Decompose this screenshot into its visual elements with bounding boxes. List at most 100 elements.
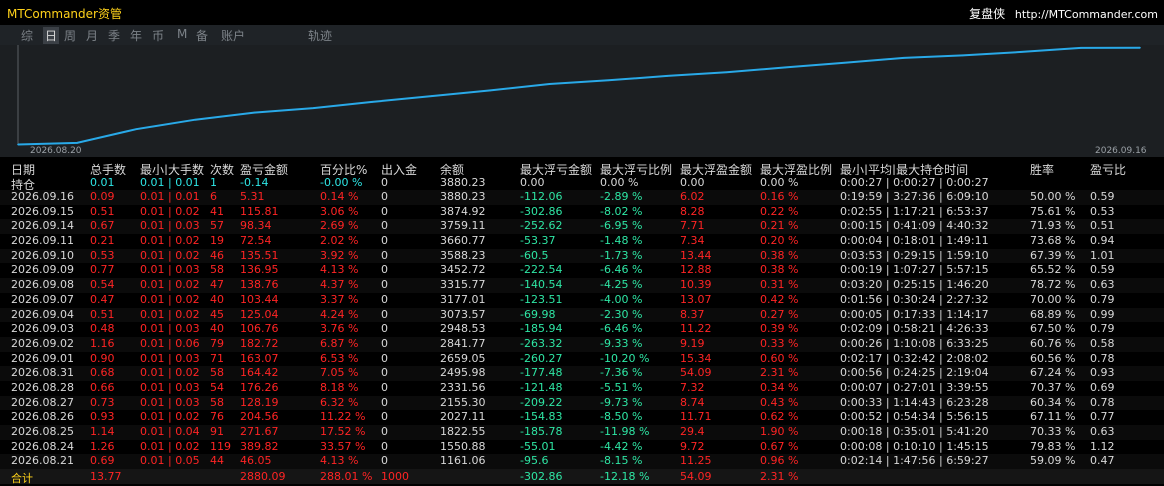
balance-point-11: [666, 75, 669, 77]
balance-point-8: [489, 89, 492, 92]
cell-max-float-loss: -302.86: [520, 204, 563, 218]
table-row[interactable]: 2026.08.28 0.66 0.01 | 0.03 54 176.26 8.18 % 0…: [0, 381, 1164, 396]
title-bar: MTCommander资管 复盘侠 http://MTCommander.com: [0, 0, 1164, 24]
cell-max-float-loss-pct: -2.30 %: [600, 307, 643, 321]
brand-url[interactable]: http://MTCommander.com: [1015, 8, 1158, 21]
cell-minmax: 0.01 | 0.05: [140, 454, 200, 468]
table-row[interactable]: 2026.09.03 0.48 0.01 | 0.03 40 106.76 3.76 % 0…: [0, 322, 1164, 337]
tab-note[interactable]: 备: [196, 27, 208, 44]
cell-percent: 2.69 %: [320, 219, 359, 233]
cell-pnl: 98.34: [240, 219, 272, 233]
summary-pnl: 2880.09: [240, 470, 286, 483]
cell-win-rate: 70.00 %: [1030, 292, 1076, 306]
tab-year[interactable]: 年: [130, 27, 142, 44]
tab-currency[interactable]: 币: [152, 27, 164, 44]
table-row[interactable]: 2026.09.01 0.90 0.01 | 0.03 71 163.07 6.53 % 0…: [0, 352, 1164, 367]
cell-pl-ratio: 0.63: [1090, 278, 1115, 292]
cell-percent: 11.22 %: [320, 410, 366, 424]
table-row[interactable]: 2026.09.09 0.77 0.01 | 0.03 58 136.95 4.13 % 0…: [0, 263, 1164, 278]
cell-hold-time: 0:19:59 | 3:27:36 | 6:09:10: [840, 190, 989, 203]
cell-max-float-profit: 8.37: [680, 307, 705, 321]
tab-overview[interactable]: 综: [21, 27, 33, 44]
cell-win-rate: 59.09 %: [1030, 454, 1076, 468]
cell-date: 2026.09.02: [11, 336, 74, 350]
table-row[interactable]: 2026.09.11 0.21 0.01 | 0.02 19 72.54 2.02 % 0 3…: [0, 234, 1164, 249]
cell-win-rate: 78.72 %: [1030, 278, 1076, 292]
period-tabs: 综日周月季年币 M 备账户 轨迹: [0, 25, 1164, 45]
table-row[interactable]: 2026.08.31 0.68 0.01 | 0.02 58 164.42 7.05 % 0…: [0, 366, 1164, 381]
cell-max-float-profit: 11.25: [680, 454, 712, 468]
cell-pnl: 115.81: [240, 204, 279, 218]
cell-hold-time: 0:00:08 | 0:10:10 | 1:45:15: [840, 439, 989, 453]
table-row[interactable]: 2026.09.07 0.47 0.01 | 0.02 40 103.44 3.37 % 0…: [0, 293, 1164, 308]
cell-hold-time: 0:00:07 | 0:27:01 | 3:39:55: [840, 380, 989, 394]
cell-balance: 2027.11: [440, 410, 486, 424]
cell-minmax: 0.01 | 0.02: [140, 307, 200, 321]
table-row[interactable]: 2026.09.10 0.53 0.01 | 0.02 46 135.51 3.92 % 0…: [0, 248, 1164, 264]
daily-table-body: 2026.09.16 0.09 0.01 | 0.01 6 5.31 0.14 % 0 388…: [0, 190, 1164, 484]
cell-count: 71: [210, 351, 224, 365]
table-row[interactable]: 2026.08.24 1.26 0.01 | 0.02 119 389.82 33.57 …: [0, 440, 1164, 455]
cell-win-rate: 67.50 %: [1030, 322, 1076, 336]
cell-max-float-profit: 9.72: [680, 439, 705, 453]
tab-track[interactable]: 轨迹: [308, 27, 332, 44]
tab-m[interactable]: M: [177, 27, 187, 41]
cell-max-float-profit: 15.34: [680, 351, 712, 365]
cell-date: 2026.09.14: [11, 219, 74, 233]
cell-max-float-loss-pct: -8.15 %: [600, 454, 643, 468]
table-row[interactable]: 2026.09.14 0.67 0.01 | 0.03 57 98.34 2.69 % 0 3…: [0, 219, 1164, 235]
table-row[interactable]: 2026.08.26 0.93 0.01 | 0.02 76 204.56 11.22 %…: [0, 410, 1164, 425]
cell-max-float-profit-pct: 0.67 %: [760, 439, 799, 453]
balance-point-13: [784, 66, 787, 69]
tab-week[interactable]: 周: [64, 27, 76, 44]
cell-max-float-profit: 11.22: [680, 322, 712, 336]
tab-month[interactable]: 月: [86, 27, 98, 44]
balance-point-4: [253, 111, 255, 114]
cell-max-float-loss-pct: -5.51 %: [600, 380, 643, 394]
cell-pl-ratio: 0.77: [1090, 410, 1115, 424]
cell-date: 2026.09.15: [11, 204, 74, 218]
cell-max-float-loss-pct: -4.42 %: [600, 439, 643, 453]
table-row[interactable]: 2026.09.02 1.16 0.01 | 0.06 79 182.72 6.87 % 0…: [0, 336, 1164, 352]
cell-balance: 3315.77: [440, 278, 486, 292]
tab-day[interactable]: 日: [43, 27, 60, 44]
cell-lots: 0.21: [90, 234, 115, 248]
table-row[interactable]: 2026.08.27 0.73 0.01 | 0.03 58 128.19 6.32 % 0…: [0, 395, 1164, 411]
cell-max-float-profit-pct: 0.34 %: [760, 380, 799, 394]
cell-hold-time: 0:03:53 | 0:29:15 | 1:59:10: [840, 248, 989, 262]
cell-max-float-loss-pct: -8.02 %: [600, 204, 643, 218]
table-row[interactable]: 2026.08.25 1.14 0.01 | 0.04 91 271.67 17.52 %…: [0, 425, 1164, 440]
table-row[interactable]: 2026.09.04 0.51 0.01 | 0.02 45 125.04 4.24 % 0…: [0, 307, 1164, 323]
cell-max-float-loss: -177.48: [520, 366, 563, 380]
cell-win-rate: 60.76 %: [1030, 336, 1076, 350]
balance-point-5: [312, 107, 315, 109]
cell-max-float-profit-pct: 0.20 %: [760, 234, 799, 248]
table-row[interactable]: 2026.08.21 0.69 0.01 | 0.05 44 46.05 4.13 % 0 1…: [0, 454, 1164, 470]
cell-minmax: 0.01 | 0.03: [140, 263, 200, 277]
cell-percent: 33.57 %: [320, 439, 366, 453]
table-row[interactable]: 2026.09.08 0.54 0.01 | 0.02 47 138.76 4.37 % 0…: [0, 278, 1164, 293]
table-header: 日期 总手数 最小|大手数 次数 盈亏金额 百分比% 出入金 余额 最大浮亏金额 最大浮亏比例 最大…: [0, 160, 1164, 177]
tab-account[interactable]: 账户: [221, 27, 245, 44]
cell-win-rate: 67.39 %: [1030, 248, 1076, 262]
cell-win-rate: 75.61 %: [1030, 204, 1076, 218]
cell-count: 47: [210, 278, 224, 292]
cell-balance: 3452.72: [440, 263, 486, 277]
cell-percent: 17.52 %: [320, 425, 366, 438]
table-row[interactable]: 2026.09.15 0.51 0.01 | 0.02 41 115.81 3.06 % 0…: [0, 205, 1164, 220]
cell-count: 57: [210, 219, 224, 233]
position-inout: 0: [381, 176, 388, 189]
cell-percent: 3.06 %: [320, 204, 359, 218]
cell-max-float-loss: -154.83: [520, 410, 563, 424]
tab-quarter[interactable]: 季: [108, 27, 120, 44]
balance-point-3: [194, 118, 196, 121]
balance-point-2: [135, 128, 137, 130]
cell-balance: 1550.88: [440, 439, 486, 453]
table-row[interactable]: 2026.09.16 0.09 0.01 | 0.01 6 5.31 0.14 % 0 388…: [0, 190, 1164, 205]
cell-percent: 0.14 %: [320, 190, 359, 203]
cell-date: 2026.09.04: [11, 307, 74, 321]
cell-percent: 2.02 %: [320, 234, 359, 248]
cell-percent: 8.18 %: [320, 380, 359, 394]
cell-lots: 1.26: [90, 439, 115, 453]
cell-max-float-loss: -222.54: [520, 263, 563, 277]
